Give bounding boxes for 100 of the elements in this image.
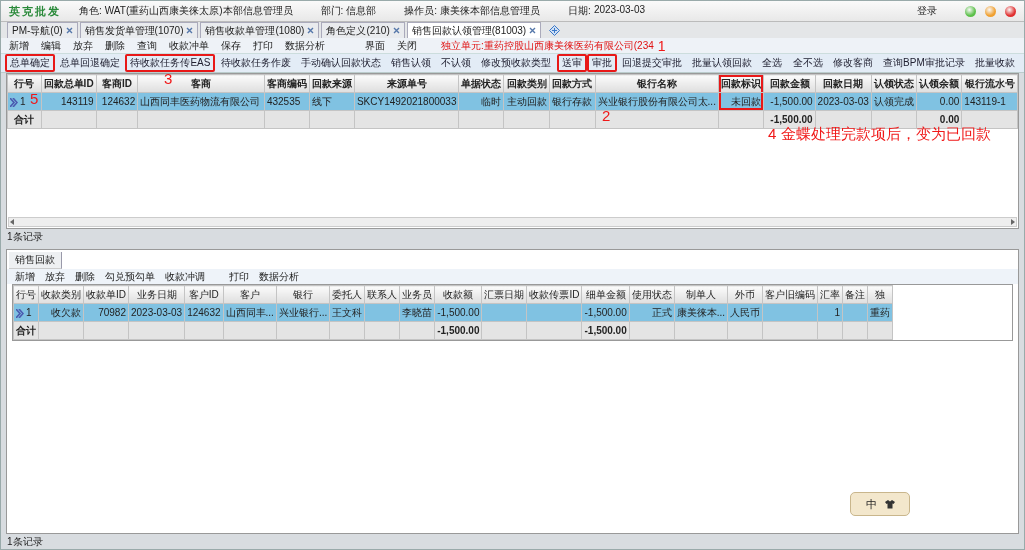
column-header[interactable]: 联系人	[364, 285, 400, 304]
field-value: 2023-03-03	[593, 4, 646, 17]
menu-item[interactable]: 勾兑预勾单	[105, 269, 155, 284]
tab[interactable]: 销售收款单管理(1080)	[200, 22, 320, 38]
toolbar-button[interactable]: 销售认领	[386, 54, 437, 72]
close-button[interactable]	[1005, 5, 1016, 17]
menu-item[interactable]: 查询	[137, 38, 157, 53]
column-header[interactable]: 客户ID	[184, 285, 224, 304]
annotation-note: 5	[30, 91, 39, 106]
toolbar-button[interactable]: 待收款任务作废	[215, 54, 296, 72]
minimize-button[interactable]	[965, 5, 976, 17]
login-link[interactable]: 登录	[917, 4, 937, 18]
column-header[interactable]: 回款总单ID	[41, 74, 97, 93]
menu-item[interactable]: 新增	[9, 38, 29, 53]
column-header[interactable]: 认领余额	[916, 74, 962, 93]
menu-item[interactable]: 数据分析	[259, 269, 299, 284]
toolbar-button[interactable]: 总单回退确定	[55, 54, 126, 72]
toolbar-button[interactable]: 修改预收款类型	[476, 54, 557, 72]
close-icon[interactable]	[307, 27, 315, 34]
ime-toolbar[interactable]: 中	[850, 492, 910, 516]
panel-tab[interactable]: 销售回款	[9, 252, 62, 269]
row-number: 1	[20, 96, 26, 107]
field-value: 信息部	[346, 4, 377, 18]
menu-item[interactable]: 打印	[253, 38, 273, 53]
column-header[interactable]: 收款单ID	[83, 285, 129, 304]
menu-item[interactable]: 放弃	[45, 269, 65, 284]
close-icon[interactable]	[65, 27, 73, 34]
column-header[interactable]: 收款类别	[38, 285, 84, 304]
menu-item[interactable]: 收款冲单	[169, 38, 209, 53]
column-header[interactable]: 外币	[727, 285, 763, 304]
toolbar-button[interactable]: 回退提交审批	[617, 54, 688, 72]
tab[interactable]: 角色定义(210)	[321, 22, 405, 38]
menu-item[interactable]: 打印	[229, 269, 249, 284]
column-header[interactable]: 回款金额	[764, 74, 816, 93]
shirt-icon[interactable]	[884, 499, 895, 509]
toolbar-button[interactable]: 不认领	[436, 54, 477, 72]
column-header[interactable]: 回款来源	[309, 74, 355, 93]
menu-item[interactable]: 编辑	[41, 38, 61, 53]
menu-item[interactable]: 保存	[221, 38, 241, 53]
tab[interactable]: 销售发货单管理(1070)	[79, 22, 199, 38]
column-header[interactable]: 客户	[223, 285, 277, 304]
toolbar-button[interactable]: 手动确认回款状态	[295, 54, 386, 72]
annotation-note: 3	[164, 71, 173, 86]
tab[interactable]: 销售回款认领管理(81003)	[406, 22, 542, 38]
column-header[interactable]: 备注	[842, 285, 868, 304]
ime-mode[interactable]: 中	[865, 496, 877, 512]
menu-item[interactable]: 放弃	[73, 38, 93, 53]
column-header[interactable]: 认领状态	[871, 74, 917, 93]
tab[interactable]: PM-导航(0)	[7, 22, 78, 38]
menu-item[interactable]: 收款冲调	[165, 269, 205, 284]
menu-item[interactable]: 界面	[365, 38, 385, 53]
column-header[interactable]: 银行	[276, 285, 330, 304]
column-header[interactable]: 业务员	[399, 285, 435, 304]
column-header[interactable]: 客商ID	[96, 74, 138, 93]
maximize-button[interactable]	[985, 5, 996, 17]
toolbar-button[interactable]: 全选	[757, 54, 788, 72]
column-header[interactable]: 制单人	[674, 285, 728, 304]
column-header[interactable]: 独	[867, 285, 893, 304]
column-header[interactable]: 汇票日期	[482, 285, 527, 304]
column-header[interactable]: 客商编码	[264, 74, 310, 93]
column-header[interactable]: 收款传票ID	[527, 285, 582, 304]
column-header[interactable]: 行号	[13, 285, 39, 304]
close-icon[interactable]	[186, 27, 194, 34]
column-header[interactable]: 回款日期	[815, 74, 872, 93]
column-header[interactable]: 银行名称	[595, 74, 719, 93]
toolbar-button[interactable]: 修改客商	[827, 54, 878, 72]
toolbar-button[interactable]: 批量收款	[969, 54, 1020, 72]
close-icon[interactable]	[392, 27, 400, 34]
close-icon[interactable]	[529, 27, 537, 34]
column-header[interactable]: 回款标识	[718, 74, 764, 93]
toolbar-button[interactable]: 全不选	[787, 54, 828, 72]
scroll-right-icon[interactable]	[1010, 219, 1016, 225]
horizontal-scrollbar[interactable]	[8, 217, 1017, 227]
column-header[interactable]: 客户旧编码	[762, 285, 818, 304]
field-label: 角色:	[79, 4, 102, 18]
column-header[interactable]: 回款类别	[503, 74, 550, 93]
toolbar-button[interactable]: 批量认领回款	[687, 54, 758, 72]
menu-item[interactable]: 删除	[75, 269, 95, 284]
menu-item[interactable]: 数据分析	[285, 38, 325, 53]
column-header[interactable]: 回款方式	[549, 74, 596, 93]
column-header[interactable]: 委托人	[329, 285, 365, 304]
menu-item[interactable]: 关闭	[397, 38, 417, 53]
toolbar-button[interactable]: 查询BPM审批记录	[878, 54, 970, 72]
column-header[interactable]: 业务日期	[128, 285, 185, 304]
table-row[interactable]: 1 收欠款 70982 2023-03-03 124632 山西同丰... 兴业银行... 王文科 李晓苗 -1,500.00 -1,500.00 正式 康美徕本... 人民币 1 重药	[13, 303, 893, 322]
column-header[interactable]: 细单金额	[582, 285, 630, 304]
column-header[interactable]: 银行流水号	[961, 74, 1018, 93]
toolbar-button[interactable]: 总单确定	[5, 54, 55, 72]
column-header[interactable]: 汇率	[817, 285, 843, 304]
column-header[interactable]: 来源单号	[354, 74, 459, 93]
toolbar-button[interactable]: 待收款任务传EAS	[125, 54, 216, 72]
column-header[interactable]: 行号	[7, 74, 42, 93]
menu-item[interactable]: 删除	[105, 38, 125, 53]
menu-item[interactable]: 新增	[15, 269, 35, 284]
scroll-left-icon[interactable]	[9, 219, 15, 225]
column-header[interactable]: 收款额	[434, 285, 482, 304]
add-tab-icon[interactable]	[549, 25, 561, 36]
column-header[interactable]: 单据状态	[458, 74, 504, 93]
column-header[interactable]: 使用状态	[629, 285, 675, 304]
row-marker-icon	[10, 97, 18, 107]
